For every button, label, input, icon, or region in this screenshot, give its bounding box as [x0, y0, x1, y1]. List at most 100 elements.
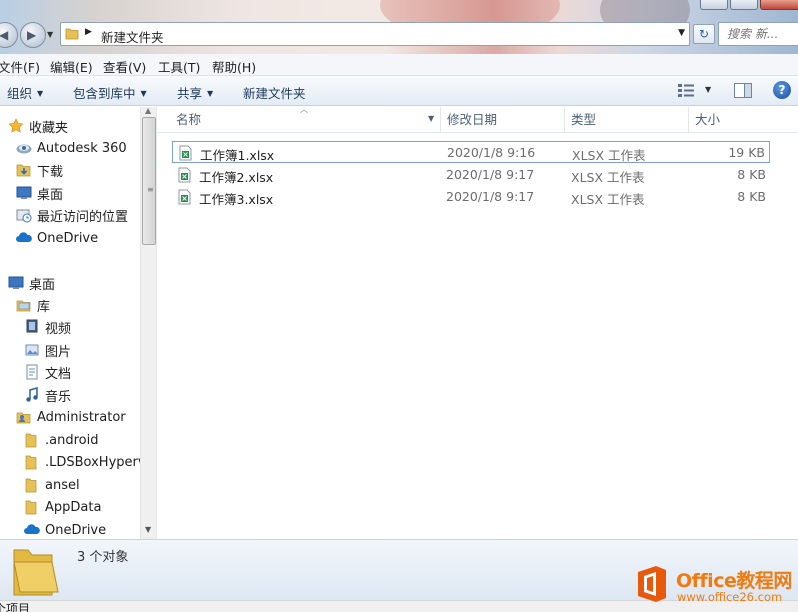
- column-header-date[interactable]: 修改日期: [440, 107, 564, 133]
- preview-pane-icon[interactable]: [734, 83, 752, 98]
- nav-favorites[interactable]: 收藏夹: [8, 115, 68, 137]
- watermark-title: Office教程网: [676, 570, 792, 592]
- file-date: 2020/1/8 9:16: [447, 145, 536, 160]
- file-type: XLSX 工作表: [572, 148, 646, 163]
- nav-item-folder[interactable]: .LDSBoxHyperv: [24, 451, 146, 473]
- nav-item-recent-places[interactable]: 最近访问的位置: [16, 204, 128, 226]
- address-bar[interactable]: ▶ 新建文件夹 ▼: [60, 22, 690, 46]
- excel-file-icon: [178, 189, 191, 205]
- nav-item-folder[interactable]: ansel: [24, 474, 80, 496]
- refresh-icon: ↻: [698, 27, 710, 41]
- file-row[interactable]: 工作簿1.xlsx 2020/1/8 9:16 XLSX 工作表 19 KB: [172, 141, 770, 163]
- column-header-name[interactable]: 名称: [158, 107, 440, 133]
- column-header-type[interactable]: 类型: [564, 107, 688, 133]
- office-logo-icon: [638, 566, 666, 602]
- nav-label: AppData: [45, 499, 102, 515]
- folder-icon: [25, 455, 37, 470]
- scroll-thumb[interactable]: ≡: [142, 117, 156, 245]
- grip-icon: ≡: [147, 185, 154, 194]
- nav-label: 收藏夹: [29, 120, 69, 136]
- search-input[interactable]: [727, 24, 797, 44]
- nav-item-music[interactable]: 音乐: [24, 384, 71, 406]
- nav-item-folder[interactable]: AppData: [24, 496, 101, 518]
- folder-icon: [25, 433, 37, 448]
- file-size: 19 KB: [728, 145, 765, 160]
- menu-help[interactable]: 帮助(H): [212, 57, 256, 76]
- back-arrow-icon: ◀: [0, 28, 9, 42]
- file-size: 8 KB: [737, 189, 766, 204]
- address-dropdown-icon[interactable]: ▼: [678, 28, 685, 38]
- file-date: 2020/1/8 9:17: [446, 189, 535, 204]
- scroll-down-icon[interactable]: ▼: [145, 525, 151, 534]
- file-size: 8 KB: [737, 167, 766, 182]
- nav-item-videos[interactable]: 视频: [24, 316, 71, 338]
- forward-button[interactable]: ▶: [20, 22, 46, 48]
- menu-tools[interactable]: 工具(T): [158, 57, 200, 76]
- scroll-up-icon[interactable]: ▲: [145, 107, 151, 115]
- nav-item-desktop[interactable]: 桌面: [16, 182, 63, 204]
- desktop-icon: [16, 186, 32, 199]
- dropdown-arrow-icon: ▼: [207, 89, 214, 98]
- nav-item-onedrive[interactable]: OneDrive: [16, 227, 98, 249]
- refresh-button[interactable]: ↻: [693, 24, 715, 44]
- file-date: 2020/1/8 9:17: [446, 167, 535, 182]
- watermark: Office教程网 www.office26.com: [632, 562, 798, 610]
- autodesk-360-icon: [16, 144, 32, 154]
- menu-file[interactable]: 文件(F): [0, 57, 40, 76]
- file-name: 工作簿3.xlsx: [199, 192, 274, 207]
- nav-desktop-root[interactable]: 桌面: [8, 272, 55, 294]
- nav-label: 音乐: [45, 389, 72, 405]
- desktop-icon: [8, 276, 24, 289]
- breadcrumb-chevron-icon[interactable]: ▶: [85, 27, 92, 37]
- nav-item-onedrive[interactable]: OneDrive: [24, 519, 106, 539]
- file-row[interactable]: 工作簿2.xlsx 2020/1/8 9:17 XLSX 工作表 8 KB: [172, 164, 770, 186]
- close-button[interactable]: [760, 0, 798, 10]
- column-filter-dropdown-icon[interactable]: ▼: [428, 114, 434, 123]
- menu-bar: 文件(F) 编辑(E) 查看(V) 工具(T) 帮助(H): [0, 54, 798, 76]
- column-label: 大小: [695, 112, 721, 127]
- nav-item-autodesk-360[interactable]: Autodesk 360: [16, 137, 127, 159]
- nav-scrollbar[interactable]: ▲ ≡ ▼: [140, 107, 156, 539]
- menu-edit[interactable]: 编辑(E): [50, 57, 93, 76]
- nav-item-documents[interactable]: 文档: [24, 361, 71, 383]
- menu-view[interactable]: 查看(V): [103, 57, 146, 76]
- include-in-library-button[interactable]: 包含到库中 ▼: [73, 83, 147, 102]
- nav-item-downloads[interactable]: 下载: [16, 159, 63, 181]
- star-icon: [8, 118, 24, 133]
- nav-label: ansel: [45, 477, 80, 493]
- file-type: XLSX 工作表: [571, 192, 645, 207]
- dropdown-arrow-icon: ▼: [140, 89, 147, 98]
- view-options-icon[interactable]: [678, 84, 694, 97]
- search-box[interactable]: [718, 22, 798, 46]
- back-button[interactable]: ◀: [0, 22, 18, 48]
- object-count: 3 个对象: [77, 550, 129, 565]
- view-dropdown-icon[interactable]: ▼: [705, 85, 711, 94]
- user-folder-icon: [16, 412, 31, 424]
- column-header-row: ︿ 名称 ▼ 修改日期 类型 大小: [158, 105, 798, 133]
- download-folder-icon: [16, 164, 31, 177]
- nav-label: 视频: [45, 321, 72, 337]
- column-header-size[interactable]: 大小: [688, 107, 778, 133]
- nav-label: 库: [37, 299, 51, 315]
- nav-item-folder[interactable]: .android: [24, 429, 98, 451]
- nav-libraries[interactable]: 库: [16, 294, 50, 316]
- maximize-button[interactable]: [730, 0, 758, 10]
- nav-label: 桌面: [29, 277, 56, 293]
- file-row[interactable]: 工作簿3.xlsx 2020/1/8 9:17 XLSX 工作表 8 KB: [172, 186, 770, 208]
- share-button[interactable]: 共享 ▼: [177, 83, 213, 102]
- recent-pages-dropdown[interactable]: ▼: [47, 30, 53, 39]
- new-folder-button[interactable]: 新建文件夹: [243, 83, 306, 102]
- watermark-url: www.office26.com: [677, 590, 783, 604]
- nav-item-pictures[interactable]: 图片: [24, 339, 71, 361]
- organize-button[interactable]: 组织 ▼: [7, 83, 43, 102]
- organize-label: 组织: [7, 86, 33, 101]
- breadcrumb-current-folder[interactable]: 新建文件夹: [101, 27, 164, 46]
- minimize-button[interactable]: [700, 0, 728, 10]
- nav-user-administrator[interactable]: Administrator: [16, 406, 126, 428]
- folder-icon: [13, 549, 59, 596]
- help-icon[interactable]: ?: [773, 81, 791, 99]
- documents-library-icon: [26, 364, 38, 380]
- pictures-library-icon: [25, 344, 39, 356]
- nav-label: 桌面: [37, 187, 64, 203]
- excel-file-icon: [178, 167, 191, 183]
